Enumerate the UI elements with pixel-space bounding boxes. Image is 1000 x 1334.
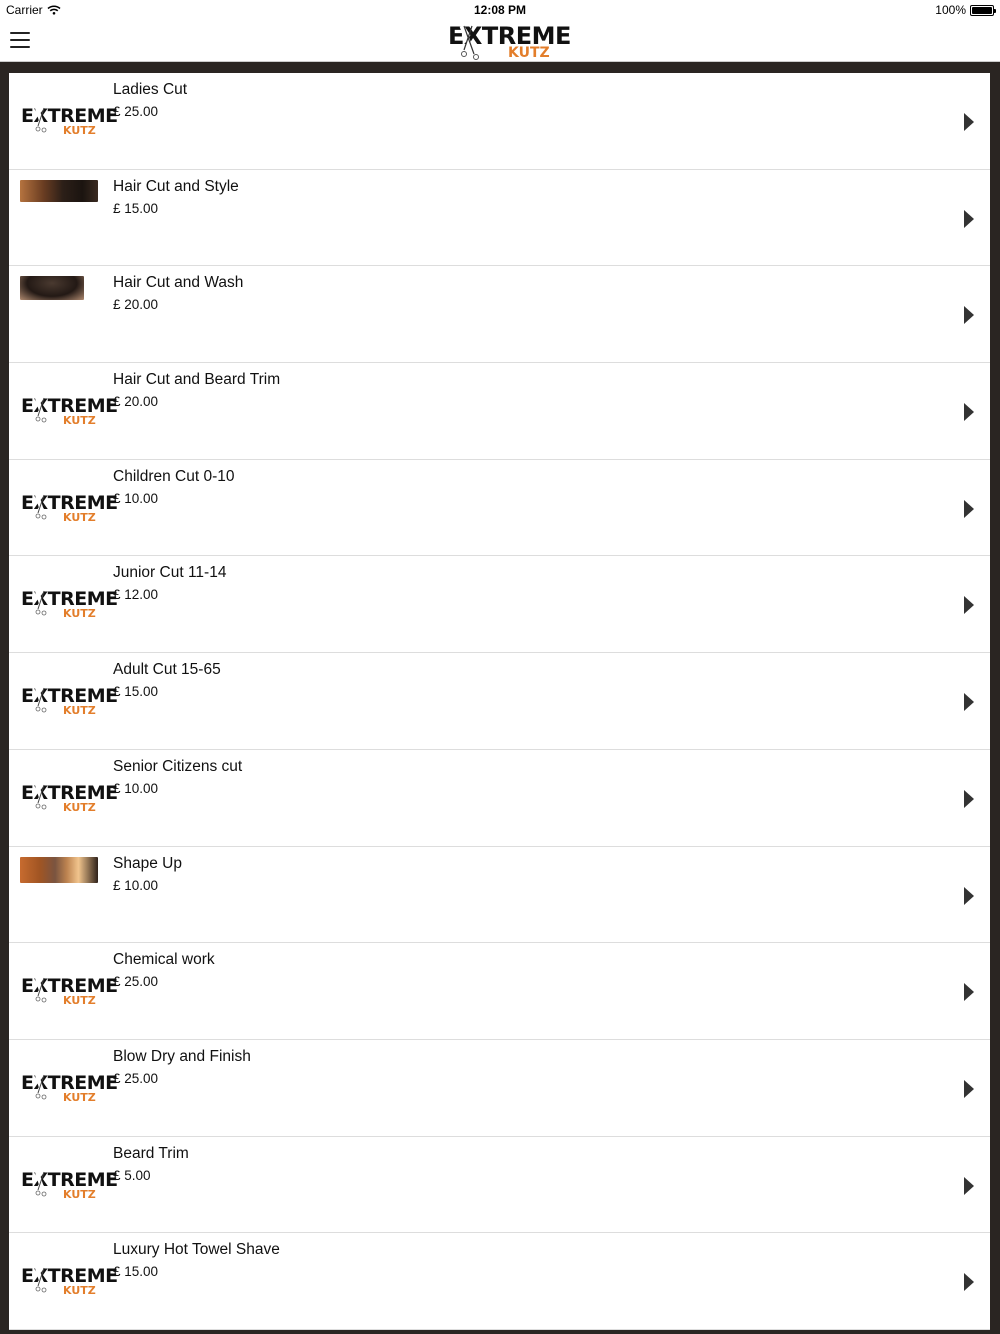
service-row[interactable]: EXTREME KUTZ Luxury Hot Towel Shave £ 15.00 xyxy=(9,1233,990,1330)
service-title: Beard Trim xyxy=(113,1144,189,1162)
service-thumbnail-photo xyxy=(20,179,98,202)
service-title: Blow Dry and Finish xyxy=(113,1047,251,1065)
chevron-right-icon xyxy=(964,113,974,131)
chevron-right-icon xyxy=(964,499,974,518)
thumbnail-logo-sub: KUTZ xyxy=(63,124,96,137)
scissors-icon xyxy=(35,397,47,423)
chevron-right-icon xyxy=(964,1176,974,1195)
service-price: £ 10.00 xyxy=(113,780,159,796)
chevron-right-icon xyxy=(964,306,974,325)
chevron-right-icon xyxy=(964,983,974,1002)
service-price: £ 25.00 xyxy=(113,974,159,990)
service-price: £ 12.00 xyxy=(113,587,159,603)
service-row[interactable]: Hair Cut and Wash £ 20.00 xyxy=(9,266,990,364)
thumbnail-logo-sub: KUTZ xyxy=(63,510,96,524)
service-row[interactable]: Hair Cut and Style £ 15.00 xyxy=(9,169,990,267)
service-row[interactable]: EXTREME KUTZ Junior Cut 11-14 £ 12.00 xyxy=(9,556,990,654)
service-thumbnail-photo xyxy=(20,276,84,301)
service-title: Junior Cut 11-14 xyxy=(113,564,227,582)
service-thumbnail-logo: EXTREME KUTZ xyxy=(21,590,118,620)
service-price: £ 25.00 xyxy=(113,1070,159,1086)
service-row[interactable]: EXTREME KUTZ Hair Cut and Beard Trim £ 20.0… xyxy=(9,363,990,460)
scissors-icon xyxy=(459,25,479,60)
chevron-right-icon xyxy=(964,403,974,422)
nav-bar: EXTREME KUTZ xyxy=(0,20,1000,62)
thumbnail-logo-sub: KUTZ xyxy=(63,1090,96,1104)
service-row[interactable]: EXTREME KUTZ Beard Trim £ 5.00 xyxy=(9,1136,990,1234)
chevron-right-icon xyxy=(964,1079,974,1098)
service-title: Adult Cut 15-65 xyxy=(113,661,221,679)
scissors-icon xyxy=(35,590,47,616)
service-row[interactable]: EXTREME KUTZ Children Cut 0-10 £ 10.00 xyxy=(9,459,990,557)
service-title: Children Cut 0-10 xyxy=(113,467,235,485)
service-title: Luxury Hot Towel Shave xyxy=(113,1241,280,1259)
service-title: Shape Up xyxy=(113,854,182,872)
battery-status: 100% xyxy=(935,3,996,17)
thumbnail-logo-sub: KUTZ xyxy=(63,607,96,621)
thumbnail-logo-sub: KUTZ xyxy=(63,1187,96,1201)
service-title: Hair Cut and Style xyxy=(113,177,239,195)
service-thumbnail-logo: EXTREME KUTZ xyxy=(21,687,118,717)
menu-line-icon xyxy=(10,39,30,41)
service-thumbnail-logo: EXTREME KUTZ xyxy=(21,493,118,523)
battery-percent: 100% xyxy=(935,3,966,17)
service-price: £ 20.00 xyxy=(113,297,159,313)
service-row[interactable]: Shape Up £ 10.00 xyxy=(9,846,990,944)
service-price: £ 5.00 xyxy=(113,1167,151,1183)
menu-line-icon xyxy=(10,32,30,34)
menu-line-icon xyxy=(10,46,30,48)
thumbnail-logo-sub: KUTZ xyxy=(63,1284,96,1298)
brand-logo: EXTREME KUTZ xyxy=(448,22,571,62)
service-thumbnail-logo: EXTREME KUTZ xyxy=(21,1073,118,1103)
service-price: £ 10.00 xyxy=(113,877,159,893)
scissors-icon xyxy=(35,687,47,713)
service-price: £ 20.00 xyxy=(113,394,159,410)
service-title: Hair Cut and Wash xyxy=(113,274,244,292)
hamburger-menu-button[interactable] xyxy=(10,32,30,48)
service-row[interactable]: EXTREME KUTZ Chemical work £ 25.00 xyxy=(9,943,990,1040)
chevron-right-icon xyxy=(964,209,974,228)
service-title: Chemical work xyxy=(113,951,215,969)
thumbnail-logo-sub: KUTZ xyxy=(63,994,96,1008)
service-price: £ 10.00 xyxy=(113,490,159,506)
service-price: £ 25.00 xyxy=(113,104,159,119)
service-thumbnail-photo xyxy=(20,856,98,883)
service-thumbnail-logo: EXTREME KUTZ xyxy=(21,1170,118,1200)
scissors-icon xyxy=(35,494,47,520)
thumbnail-logo-sub: KUTZ xyxy=(63,800,96,814)
service-thumbnail-logo: EXTREME KUTZ xyxy=(21,783,118,813)
chevron-right-icon xyxy=(964,789,974,808)
service-title: Ladies Cut xyxy=(113,81,188,98)
status-bar: Carrier 12:08 PM 100% xyxy=(0,0,1000,20)
chevron-right-icon xyxy=(964,693,974,712)
service-price: £ 15.00 xyxy=(113,1264,159,1280)
battery-icon xyxy=(970,4,996,16)
thumbnail-logo-sub: KUTZ xyxy=(63,704,96,718)
service-title: Hair Cut and Beard Trim xyxy=(113,371,281,389)
service-row[interactable]: EXTREME KUTZ Blow Dry and Finish £ 25.00 xyxy=(9,1039,990,1137)
service-price: £ 15.00 xyxy=(113,684,159,700)
brand-logo-sub: KUTZ xyxy=(508,45,550,61)
chevron-right-icon xyxy=(964,886,974,905)
service-thumbnail-logo: EXTREME KUTZ xyxy=(21,977,118,1007)
chevron-right-icon xyxy=(964,596,974,615)
status-time: 12:08 PM xyxy=(473,3,527,17)
thumbnail-logo-sub: KUTZ xyxy=(63,414,96,428)
service-thumbnail-logo: EXTREME KUTZ xyxy=(21,397,118,427)
service-row[interactable]: EXTREME KUTZ Adult Cut 15-65 £ 15.00 xyxy=(9,653,990,750)
scissors-icon xyxy=(35,784,47,810)
service-thumbnail-logo: EXTREME KUTZ xyxy=(21,107,118,137)
service-price: £ 15.00 xyxy=(113,200,159,216)
scissors-icon xyxy=(35,1267,47,1293)
chevron-right-icon xyxy=(964,1273,974,1292)
service-row[interactable]: EXTREME KUTZ Ladies Cut £ 25.00 xyxy=(9,73,990,170)
service-title: Senior Citizens cut xyxy=(113,757,243,775)
scissors-icon xyxy=(35,977,47,1003)
scissors-icon xyxy=(35,1170,47,1196)
service-list: EXTREME KUTZ Ladies Cut £ 25.00 Hair Cut and… xyxy=(9,73,990,1330)
service-row[interactable]: EXTREME KUTZ Senior Citizens cut £ 10.00 xyxy=(9,749,990,847)
scissors-icon xyxy=(35,1074,47,1100)
scissors-icon xyxy=(35,107,47,133)
service-thumbnail-logo: EXTREME KUTZ xyxy=(21,1267,118,1297)
